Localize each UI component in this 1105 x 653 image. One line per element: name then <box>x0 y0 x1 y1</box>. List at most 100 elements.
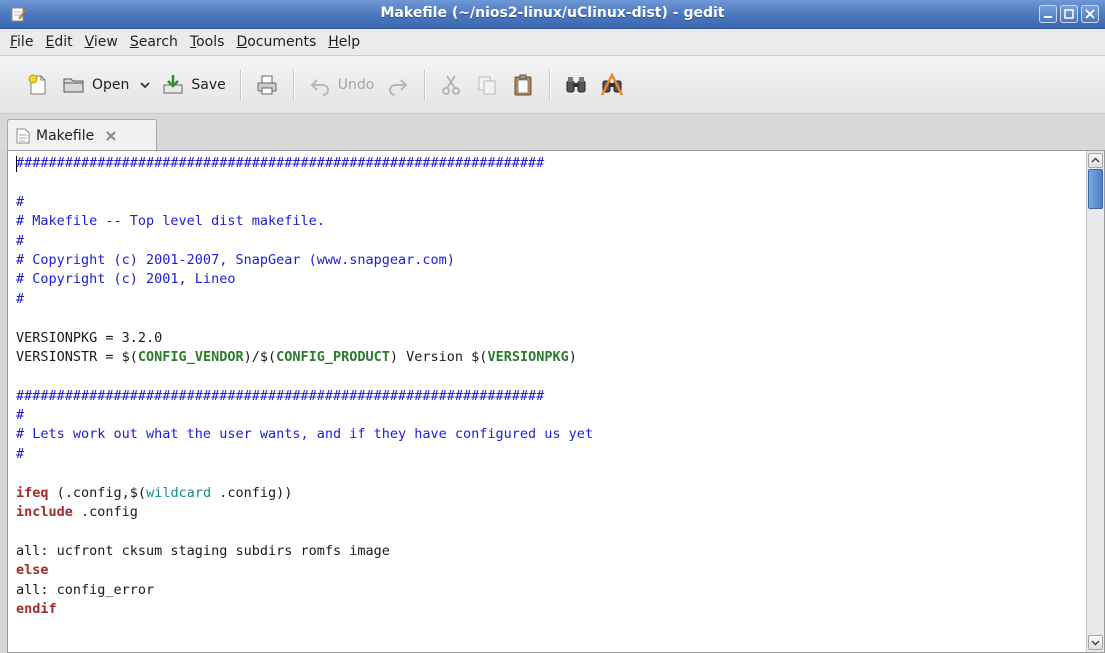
code-line: VERSIONSTR = $(CONFIG_VENDOR)/$(CONFIG_P… <box>16 348 1080 367</box>
new-document-button[interactable] <box>20 65 56 105</box>
code-token: endif <box>16 600 57 617</box>
chevron-down-icon <box>140 81 151 88</box>
window-titlebar[interactable]: Makefile (~/nios2-linux/uClinux-dist) - … <box>0 0 1105 29</box>
menu-file[interactable]: File <box>4 30 39 54</box>
menu-file-mnemonic: F <box>10 34 18 50</box>
undo-label: Undo <box>337 76 375 93</box>
code-token: # <box>16 445 25 462</box>
toolbar-separator <box>239 69 241 100</box>
code-line: # <box>16 193 1080 212</box>
code-token: ) <box>568 348 577 365</box>
menubar: File Edit View Search Tools Documents He… <box>0 29 1105 56</box>
vertical-scrollbar[interactable] <box>1086 151 1104 652</box>
menu-documents[interactable]: Documents <box>230 30 322 54</box>
code-token: .config <box>72 504 138 521</box>
open-button[interactable]: Open <box>56 65 135 105</box>
redo-button[interactable] <box>380 65 416 105</box>
close-tab-icon[interactable] <box>104 129 118 143</box>
code-line: # <box>16 290 1080 309</box>
menu-edit[interactable]: Edit <box>39 30 78 54</box>
save-icon <box>163 74 183 93</box>
code-line: ​ <box>16 367 1080 386</box>
menu-view-mnemonic: V <box>84 34 94 50</box>
close-window-button[interactable] <box>1081 5 1099 23</box>
code-line: # Copyright (c) 2001-2007, SnapGear (www… <box>16 251 1080 270</box>
editor-text-area[interactable]: ########################################… <box>16 154 1080 652</box>
code-token: include <box>16 504 73 521</box>
menu-view[interactable]: View <box>79 30 124 54</box>
code-token: wildcard <box>146 484 212 501</box>
copy-icon <box>478 76 496 94</box>
find-button[interactable] <box>558 65 594 105</box>
save-label: Save <box>191 76 226 93</box>
code-line: endif <box>16 600 1080 619</box>
maximize-button[interactable] <box>1060 5 1078 23</box>
print-button[interactable] <box>249 65 285 105</box>
code-token: all: ucfront cksum staging subdirs romfs… <box>16 542 390 559</box>
menu-documents-mnemonic: D <box>236 34 248 50</box>
undo-button[interactable]: Undo <box>302 65 381 105</box>
find-replace-button[interactable] <box>594 65 630 105</box>
code-token: # <box>16 290 25 307</box>
menu-search-mnemonic: S <box>129 34 139 50</box>
code-line: # Lets work out what the user wants, and… <box>16 425 1080 444</box>
menu-help-mnemonic: H <box>328 34 339 50</box>
code-token: VERSIONPKG <box>487 348 569 365</box>
maximize-icon <box>1064 9 1074 19</box>
code-token: VERSIONSTR = $( <box>16 348 138 365</box>
scroll-down-button[interactable] <box>1088 635 1103 650</box>
code-token: CONFIG_PRODUCT <box>276 348 390 365</box>
toolbar: Open Save Undo <box>0 56 1105 114</box>
code-line: include .config <box>16 503 1080 522</box>
code-line: ​ <box>16 464 1080 483</box>
code-token: VERSIONPKG = 3.2.0 <box>16 329 163 346</box>
code-line: # Makefile -- Top level dist makefile. <box>16 212 1080 231</box>
document-tabstrip: Makefile <box>0 114 1105 151</box>
save-button[interactable]: Save <box>155 65 231 105</box>
paste-button[interactable] <box>505 65 541 105</box>
tab-makefile[interactable]: Makefile <box>7 119 157 151</box>
code-token: # Makefile -- Top level dist makefile. <box>16 213 325 230</box>
menu-view-label: iew <box>93 34 118 50</box>
code-line: ​ <box>16 173 1080 192</box>
code-token: ifeq <box>16 484 49 501</box>
toolbar-separator <box>292 69 294 100</box>
cut-button[interactable] <box>433 65 469 105</box>
code-line: ########################################… <box>16 387 1080 406</box>
code-token: .config)) <box>211 484 293 501</box>
binoculars-icon <box>566 76 586 92</box>
code-token: all: config_error <box>16 581 155 598</box>
code-line: else <box>16 561 1080 580</box>
code-line: # <box>16 232 1080 251</box>
minimize-button[interactable] <box>1039 5 1057 23</box>
menu-search[interactable]: Search <box>124 30 184 54</box>
code-line: # Copyright (c) 2001, Lineo <box>16 270 1080 289</box>
code-token: # <box>16 232 25 249</box>
redo-icon <box>389 78 408 96</box>
code-token: # Copyright (c) 2001-2007, SnapGear (www… <box>16 251 455 268</box>
menu-tools-label: ools <box>196 34 225 50</box>
toolbar-separator <box>549 69 551 100</box>
code-token: ) Version $( <box>389 348 488 365</box>
code-token: # <box>16 193 25 210</box>
menu-edit-mnemonic: E <box>45 34 55 50</box>
menu-help[interactable]: Help <box>322 30 366 54</box>
chevron-up-icon <box>1091 157 1100 163</box>
minimize-icon <box>1044 16 1052 18</box>
menu-tools[interactable]: Tools <box>184 30 231 54</box>
folder-open-icon <box>63 78 84 92</box>
open-recent-dropdown[interactable] <box>135 65 155 105</box>
chevron-down-icon <box>1091 640 1100 646</box>
code-token: else <box>16 562 49 579</box>
scissors-icon <box>442 75 461 95</box>
toolbar-separator <box>424 69 426 100</box>
code-line: # <box>16 406 1080 425</box>
editor-view[interactable]: ########################################… <box>7 150 1105 653</box>
code-line: ########################################… <box>16 154 1080 173</box>
menu-file-label: ile <box>17 34 34 50</box>
code-token: ########################################… <box>16 387 545 404</box>
scroll-up-button[interactable] <box>1088 153 1103 168</box>
scrollbar-thumb[interactable] <box>1088 169 1103 209</box>
code-token: # Lets work out what the user wants, and… <box>16 426 594 443</box>
copy-button[interactable] <box>469 65 505 105</box>
